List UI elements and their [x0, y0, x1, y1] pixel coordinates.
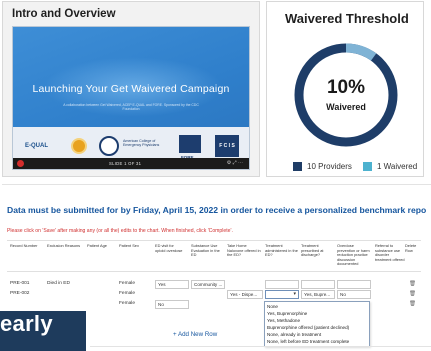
player-bar: SLIDE 1 OF 31 ⚙ ⤢ ⋯	[13, 158, 249, 169]
substance-eval-select[interactable]: Community ...	[191, 280, 225, 289]
col-record-number: Record Number	[10, 243, 38, 248]
col-exclusion-reasons: Exclusion Reasons	[47, 243, 81, 248]
legend-item-providers: 10 Providers	[293, 162, 352, 172]
partner-logo: F C I S	[215, 135, 239, 157]
trash-icon[interactable]: 🗑	[409, 301, 416, 307]
col-substance-use-eval: Substance Use Evaluation in the ED	[191, 243, 220, 258]
col-overdose-prevention: Overdose prevention or harm reduction pr…	[337, 243, 370, 267]
col-treatment-administered: Treatment administered in the ED?	[265, 243, 298, 258]
cell-patient-sex[interactable]: Female	[119, 301, 135, 306]
video-subtitle: A collaboration between Get Waivered, AC…	[63, 103, 199, 112]
overlay-banner: early	[0, 311, 86, 351]
col-patient-age: Patient Age	[87, 243, 107, 248]
dropdown-option[interactable]: Yes, Methadone	[267, 318, 300, 323]
video-title: Launching Your Get Waivered Campaign	[32, 83, 230, 95]
ed-visit-select[interactable]: No	[155, 300, 189, 309]
intro-title: Intro and Overview	[12, 8, 116, 20]
waivered-card: Waivered Threshold 10% Waivered 10 Provi…	[266, 1, 424, 177]
waivered-percent: 10%	[326, 77, 366, 98]
dropdown-option[interactable]: None	[267, 304, 278, 309]
treatment-discharge-select[interactable]	[301, 280, 335, 289]
waivered-label: Waivered	[326, 102, 366, 112]
take-home-naloxone-select[interactable]: Yes - Dispe...	[227, 290, 263, 299]
dropdown-option[interactable]: None, already in treatment	[267, 332, 321, 337]
app-window: Intro and Overview Launching Your Get Wa…	[0, 0, 431, 351]
waivered-title: Waivered Threshold	[285, 11, 409, 26]
treatment-discharge-select[interactable]: Yes, Bupre...	[301, 290, 335, 299]
seal-icon	[71, 138, 87, 154]
table-row: PRE-002 Female Yes - Dispe... ▾ Yes, Bup…	[7, 290, 421, 300]
legend-swatch-waivered	[363, 162, 372, 172]
trash-icon[interactable]: 🗑	[409, 281, 416, 287]
col-ed-visit: ED visit for opioid overdose	[155, 243, 183, 253]
deadline-heading: Data must be submitted for by Friday, Ap…	[7, 205, 427, 215]
cell-patient-sex[interactable]: Female	[119, 281, 135, 286]
legend-swatch-providers	[293, 162, 302, 172]
slide-counter: SLIDE 1 OF 31	[109, 161, 142, 166]
cell-exclusion-reasons[interactable]: Died in ED	[47, 281, 70, 286]
col-patient-sex: Patient Sex	[119, 243, 139, 248]
add-new-row-button[interactable]: + Add New Row	[173, 331, 217, 338]
treatment-dropdown-list: None Yes, Buprenorphine Yes, Methadone B…	[264, 301, 370, 347]
instruction-text: Please click on 'Save' after making any …	[7, 228, 233, 234]
col-take-home-naloxone: Take Home Naloxone offered in the ED?	[227, 243, 261, 258]
legend-label-waivered: 1 Waivered	[377, 162, 418, 171]
equal-logo: E-QUAL	[25, 143, 48, 149]
intro-card: Intro and Overview Launching Your Get Wa…	[2, 1, 260, 177]
treatment-admin-select-open[interactable]: ▾	[265, 290, 299, 299]
treatment-admin-select[interactable]	[265, 280, 299, 289]
player-controls-icon[interactable]: ⚙ ⤢ ⋯	[227, 160, 243, 166]
dropdown-option[interactable]: Buprenorphine offered (patient declined)	[267, 325, 349, 330]
cell-record-number: PRE-002	[10, 291, 30, 296]
dropdown-option[interactable]: Yes, Buprenorphine	[267, 311, 307, 316]
section-divider	[2, 184, 431, 185]
play-icon[interactable]	[17, 160, 24, 167]
overdose-select[interactable]	[337, 280, 371, 289]
chevron-down-icon: ▾	[293, 291, 296, 297]
table-header: Record Number Exclusion Reasons Patient …	[7, 240, 421, 272]
dropdown-option[interactable]: None, left before ED treatment complete	[267, 339, 349, 344]
footer-divider	[90, 346, 431, 347]
col-treatment-discharge: Treatment prescribed at discharge?	[301, 243, 324, 258]
trash-icon[interactable]: 🗑	[409, 291, 416, 297]
legend-item-waivered: 1 Waivered	[363, 162, 418, 172]
fore-icon	[179, 135, 201, 153]
cell-record-number: PRE-001	[10, 281, 30, 286]
cell-patient-sex[interactable]: Female	[119, 291, 135, 296]
col-referral: Referral to substance use disorder treat…	[375, 243, 405, 262]
col-delete-row: Delete Row	[405, 243, 417, 253]
overdose-select[interactable]: No	[337, 290, 371, 299]
acep-seal-icon	[99, 136, 119, 156]
acep-logo: American College of Emergency Physicians	[123, 139, 160, 148]
ed-visit-select[interactable]: Yes	[155, 280, 189, 289]
video-player[interactable]: Launching Your Get Waivered Campaign A c…	[12, 26, 250, 170]
table-row: PRE-001 Died in ED Female Yes Community …	[7, 280, 421, 290]
legend-label-providers: 10 Providers	[307, 162, 352, 171]
banner-text: early	[0, 311, 53, 336]
